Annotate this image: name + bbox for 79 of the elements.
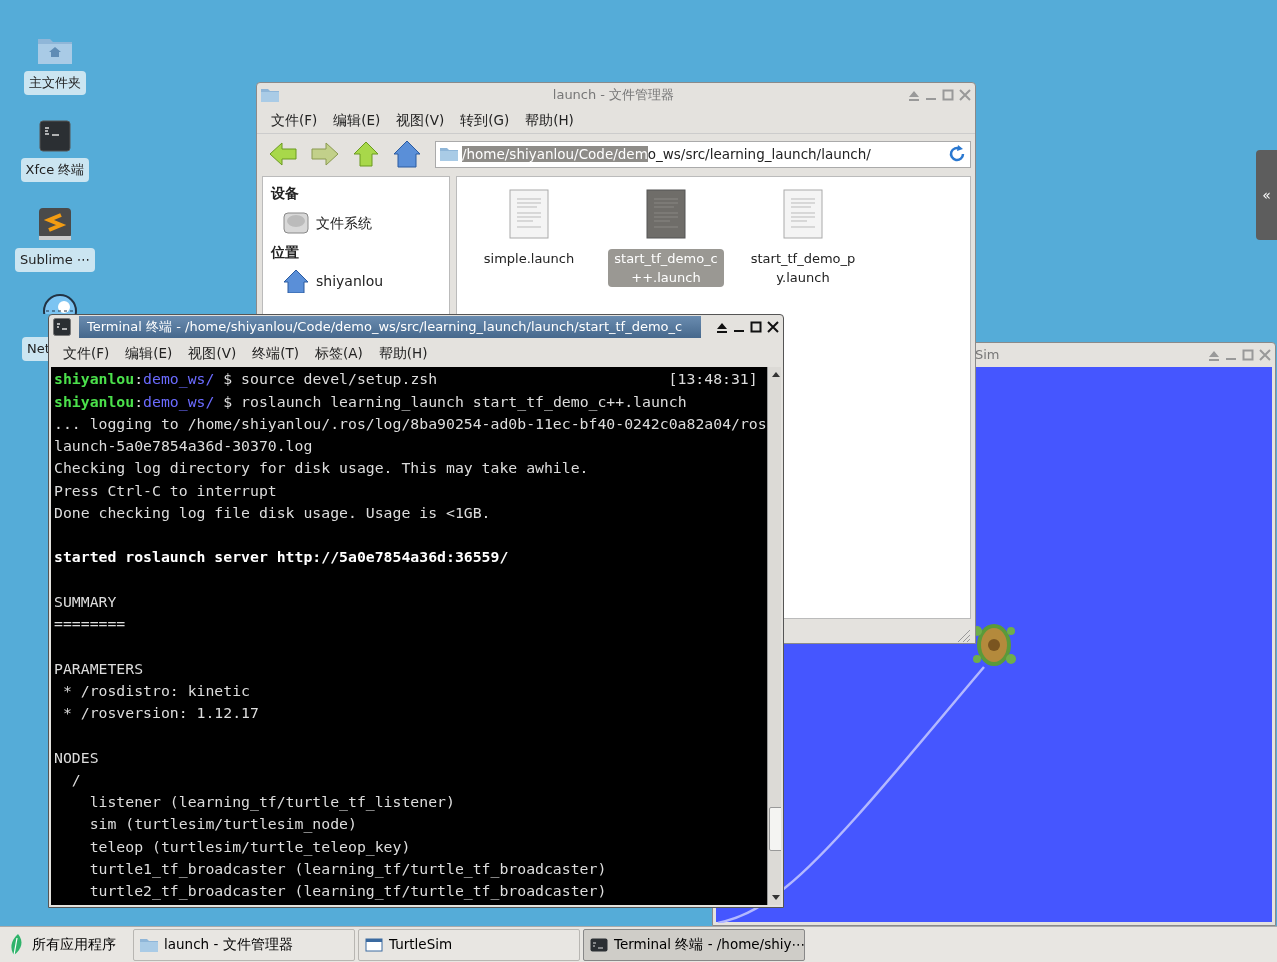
output-line: Press Ctrl-C to interrupt bbox=[54, 480, 277, 501]
sidebar-item[interactable]: 文件系统 bbox=[316, 212, 372, 234]
icon-label[interactable]: 主文件夹 bbox=[24, 71, 86, 95]
menu-item[interactable]: 终端(T) bbox=[252, 343, 299, 364]
command-text: $ source devel/setup.zsh bbox=[222, 369, 438, 390]
close-icon[interactable] bbox=[767, 321, 779, 333]
window-title: Terminal 终端 - /home/shiyanlou/Code/demo_ws/src/learning_launch/launch/start_tf_demo_c bbox=[87, 318, 683, 337]
path-text: /home/shiyanlou/Code/demo_ws/src/learning_launch/launch/ bbox=[462, 145, 871, 165]
folder-icon bbox=[261, 88, 279, 102]
output-line: PARAMETERS bbox=[54, 658, 144, 679]
output-line: started roslaunch server http://5a0e7854a36d:36559/ bbox=[54, 547, 509, 568]
command-text: $ roslaunch learning_launch start_tf_demo_c++.launch bbox=[222, 391, 687, 413]
output-line: turtle1_tf_broadcaster (learning_tf/turtle_tf_broadcaster) bbox=[88, 858, 607, 880]
prompt-directory: demo_ws/ bbox=[143, 369, 215, 390]
output-line: ======== bbox=[54, 614, 126, 634]
output-line: ... logging to /home/shiyanlou/.ros/log/8ba90254-ad0b-11ec-bf40-0242c0a82a04/ros bbox=[54, 413, 767, 434]
file-name[interactable]: start_tf_demo_py.launch bbox=[745, 249, 861, 288]
terminal-icon bbox=[590, 937, 608, 952]
window-title: launch - 文件管理器 bbox=[552, 86, 675, 105]
scroll-thumb[interactable] bbox=[768, 807, 781, 852]
file-name[interactable]: simple.launch bbox=[471, 249, 587, 269]
output-line: SUMMARY bbox=[54, 591, 117, 612]
menu-item[interactable]: 标签(A) bbox=[314, 343, 363, 364]
reload-icon[interactable] bbox=[948, 145, 966, 164]
home-icon[interactable] bbox=[283, 269, 309, 294]
menu-item[interactable]: 文件(F) bbox=[271, 110, 318, 131]
menu-item[interactable]: 编辑(E) bbox=[333, 110, 381, 131]
prompt-user: shiyanlou bbox=[54, 369, 135, 390]
icon-label[interactable]: Xfce 终端 bbox=[20, 158, 90, 182]
menu-item[interactable]: 编辑(E) bbox=[125, 343, 173, 364]
taskbar-button[interactable]: Terminal 终端 - /home/shiy⋯ bbox=[583, 928, 805, 961]
output-line: teleop (turtlesim/turtle_teleop_key) bbox=[88, 836, 411, 858]
shade-icon[interactable] bbox=[716, 321, 728, 333]
sidebar-item[interactable]: shiyanlou bbox=[316, 270, 384, 292]
output-line: launch-5a0e7854a36d-30370.log bbox=[54, 436, 313, 456]
sidebar-heading: 设备 bbox=[271, 184, 300, 204]
output-line: NODES bbox=[54, 747, 99, 768]
icon-label[interactable]: Net bbox=[22, 337, 50, 361]
output-line: sim (turtlesim/turtlesim_node) bbox=[88, 814, 357, 835]
menu-item[interactable]: 帮助(H) bbox=[525, 110, 574, 131]
terminal-icon[interactable] bbox=[39, 120, 71, 152]
menu-item[interactable]: 视图(V) bbox=[188, 343, 237, 364]
timestamp: [13:48:31] bbox=[668, 369, 758, 390]
folder-icon bbox=[440, 147, 458, 162]
up-arrow-icon[interactable] bbox=[353, 141, 379, 168]
window-icon bbox=[365, 937, 383, 952]
sidebar-heading: 位置 bbox=[271, 243, 300, 263]
prompt-separator: : bbox=[134, 391, 144, 412]
panel-toggle-button[interactable]: « bbox=[1256, 150, 1277, 240]
output-line: Checking log directory for disk usage. This may take awhile. bbox=[54, 458, 589, 479]
menu-item[interactable]: 转到(G) bbox=[460, 110, 510, 131]
taskbar-button[interactable]: launch - 文件管理器 bbox=[133, 928, 355, 961]
prompt-separator: : bbox=[134, 369, 144, 390]
output-line: Done checking log file disk usage. Usage is <1GB. bbox=[54, 502, 491, 523]
resize-grip-icon bbox=[955, 627, 971, 643]
prompt-user: shiyanlou bbox=[54, 391, 135, 412]
menu-item[interactable]: 文件(F) bbox=[63, 343, 110, 364]
icon-label[interactable]: Sublime ⋯ bbox=[15, 248, 95, 272]
output-line: / bbox=[70, 769, 81, 790]
folder-icon bbox=[140, 937, 158, 952]
forward-arrow-icon[interactable] bbox=[311, 142, 339, 167]
document-icon[interactable] bbox=[646, 189, 686, 240]
path-field[interactable]: /home/shiyanlou/Code/demo_ws/src/learning_launch/launch/ bbox=[435, 140, 971, 168]
turtle-icon bbox=[972, 624, 1016, 666]
terminal-icon[interactable] bbox=[53, 318, 71, 336]
drive-icon[interactable] bbox=[283, 210, 309, 237]
output-line: listener (learning_tf/turtle_tf_listener) bbox=[88, 792, 455, 813]
menu-item[interactable]: 帮助(H) bbox=[378, 343, 428, 364]
output-line: * /rosdistro: kinetic bbox=[61, 680, 250, 701]
prompt-directory: demo_ws/ bbox=[143, 391, 215, 413]
window-title: Sim bbox=[975, 346, 1000, 365]
output-line: turtle2_tf_broadcaster (learning_tf/turtle_tf_broadcaster) bbox=[88, 881, 607, 902]
sublime-icon[interactable] bbox=[37, 206, 73, 242]
home-icon[interactable] bbox=[393, 140, 421, 169]
maximize-icon[interactable] bbox=[750, 321, 762, 333]
taskbar-button[interactable]: TurtleSim bbox=[358, 928, 580, 961]
menu-item[interactable]: 视图(V) bbox=[396, 110, 445, 131]
back-arrow-icon[interactable] bbox=[269, 142, 297, 167]
output-line: * /rosversion: 1.12.17 bbox=[61, 703, 259, 723]
